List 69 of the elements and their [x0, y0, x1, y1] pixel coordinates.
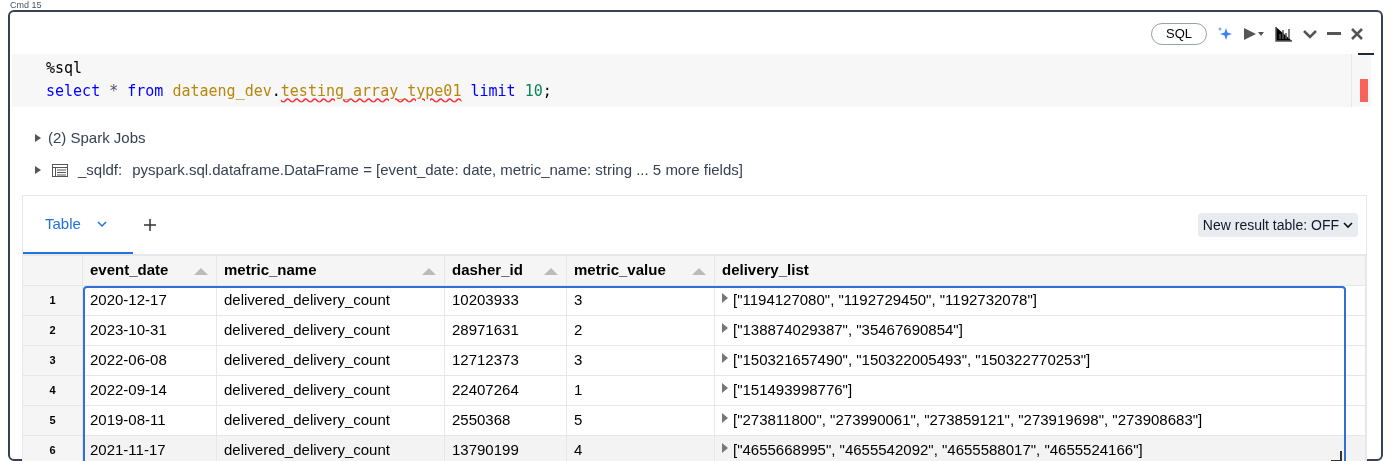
column-header[interactable]: dasher_id: [445, 256, 567, 285]
expand-arrow-icon[interactable]: [722, 292, 728, 303]
table-cell-text: ["273811800", "273990061", "273859121", "273919698", "273908683"]: [733, 410, 1203, 431]
new-result-table-toggle[interactable]: New result table: OFF: [1197, 213, 1358, 237]
table-cell: 2023-10-31: [83, 316, 217, 345]
chevron-down-icon[interactable]: [96, 220, 107, 228]
expand-arrow-icon[interactable]: [722, 352, 728, 363]
dataframe-schema: pyspark.sql.dataframe.DataFrame = [event_date: date, metric_name: string ... 5 more fields]: [132, 159, 743, 180]
expand-arrow-icon[interactable]: [722, 382, 728, 393]
table-cell: 10203933: [445, 286, 567, 315]
table-cell: 2022-06-08: [83, 346, 217, 375]
chevron-down-icon: [1343, 221, 1353, 229]
table-cell: 2: [567, 316, 715, 345]
editor-scrollbar: [1351, 54, 1371, 107]
row-number: 1: [23, 286, 83, 315]
table-cell: 13790199: [445, 436, 567, 461]
table-cell: 28971631: [445, 316, 567, 345]
table-cell: delivered_delivery_count: [217, 436, 445, 461]
expand-arrow-icon[interactable]: [722, 412, 728, 423]
row-number: 3: [23, 346, 83, 375]
table-cell: 2020-12-17: [83, 286, 217, 315]
table-cell: delivered_delivery_count: [217, 376, 445, 405]
table-cell-text: ["138874029387", "35467690854"]: [733, 320, 963, 341]
expand-arrow-icon[interactable]: [722, 442, 728, 453]
resize-handle-icon[interactable]: [1331, 451, 1342, 461]
code-line: select * from dataeng_dev.testing_array_type01 limit 10;: [46, 81, 553, 102]
column-header[interactable]: event_date: [83, 256, 217, 285]
table-cell-text: ["1194127080", "1192729450", "1192732078"]: [733, 290, 1037, 311]
row-number: 4: [23, 376, 83, 405]
table-cell: 2021-11-17: [83, 436, 217, 461]
result-tab[interactable]: Table: [23, 196, 133, 254]
table-cell: delivered_delivery_count: [217, 316, 445, 345]
row-number: 5: [23, 406, 83, 435]
table-cell: 3: [567, 286, 715, 315]
column-header[interactable]: delivery_list: [715, 256, 1366, 285]
close-icon[interactable]: [1351, 28, 1363, 40]
code-line: %sql: [46, 58, 84, 79]
minimize-icon[interactable]: [1327, 32, 1341, 36]
table-cell-text: ["4655668995", "4655542092", "4655588017", "4655524166"]: [733, 440, 1143, 461]
table-cell: 2019-08-11: [83, 406, 217, 435]
expand-arrow-icon[interactable]: [34, 165, 42, 175]
expand-arrow-icon[interactable]: [722, 322, 728, 333]
table-cell: 2550368: [445, 406, 567, 435]
table-cell: 1: [567, 376, 715, 405]
dataframe-name: _sqldf:: [78, 159, 123, 180]
table-cell: delivered_delivery_count: [217, 286, 445, 315]
cell-label: Cmd 15: [10, 0, 42, 10]
chevron-down-icon[interactable]: [1303, 29, 1317, 39]
code-editor[interactable]: %sql select * from dataeng_dev.testing_array_type01 limit 10;: [12, 54, 1351, 107]
table-cell: 3: [567, 346, 715, 375]
spark-jobs-label[interactable]: (2) Spark Jobs: [48, 126, 146, 150]
table-cell: 2022-09-14: [83, 376, 217, 405]
table-cell: delivered_delivery_count: [217, 406, 445, 435]
table-cell: delivered_delivery_count: [217, 346, 445, 375]
table-cell: 22407264: [445, 376, 567, 405]
bar-chart-icon[interactable]: [1275, 26, 1293, 42]
table-cell: 4: [567, 436, 715, 461]
run-icon[interactable]: [1243, 27, 1265, 41]
expand-arrow-icon[interactable]: [34, 133, 42, 143]
plus-icon[interactable]: [142, 218, 157, 232]
table-cell-text: ["150321657490", "150322005493", "150322770253"]: [733, 350, 1091, 371]
column-header[interactable]: metric_value: [567, 256, 715, 285]
table-cell: 5: [567, 406, 715, 435]
sparkle-icon[interactable]: [1217, 26, 1233, 42]
table-cell: 12712373: [445, 346, 567, 375]
table-icon: [52, 163, 68, 177]
column-header[interactable]: metric_name: [217, 256, 445, 285]
table-cell-text: ["151493998776"]: [733, 380, 853, 401]
row-number: 2: [23, 316, 83, 345]
